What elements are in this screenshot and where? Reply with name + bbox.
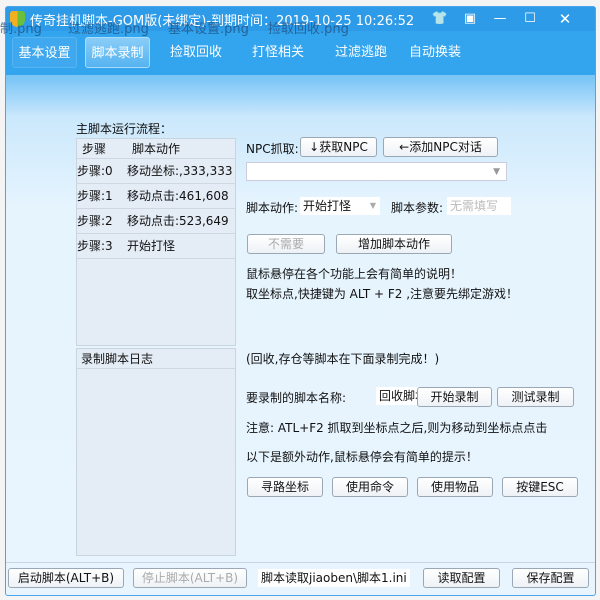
record-note: (回收,存仓等脚本在下面录制完成！) xyxy=(246,352,440,366)
hint-text: 取坐标点,快捷键为 ALT + F2 ,注意要先绑定游戏！ xyxy=(246,287,519,301)
step-cell: 步骤:3 xyxy=(77,239,113,253)
param-label: 脚本参数: xyxy=(391,201,444,215)
tab-script-record[interactable]: 脚本录制 xyxy=(85,37,150,68)
action-cell: 移动坐标:,333,333 xyxy=(127,164,233,178)
flow-list[interactable]: 步骤 脚本动作 步骤:0 移动坐标:,333,333 步骤:1 移动点击:461,60… xyxy=(76,138,236,346)
tab-pickup-recycle[interactable]: 捡取回收 xyxy=(156,37,236,68)
press-esc-button[interactable]: 按键ESC xyxy=(502,477,578,497)
record-name-label: 要录制的脚本名称: xyxy=(246,391,347,405)
table-row[interactable]: 步骤:0 移动坐标:,333,333 xyxy=(77,159,235,184)
table-row[interactable]: 步骤:1 移动点击:461,608 xyxy=(77,184,235,209)
add-script-action-button[interactable]: 增加脚本动作 xyxy=(336,234,452,254)
action-select-value: 开始打怪 xyxy=(303,199,352,213)
start-record-button[interactable]: 开始录制 xyxy=(417,387,492,407)
app-window: 传奇挂机脚本-GOM版(未绑定)-到期时间：2019-10-25 10:26:5… xyxy=(5,6,596,596)
chevron-down-icon: ▼ xyxy=(493,167,500,177)
test-record-button[interactable]: 测试录制 xyxy=(497,387,574,407)
desktop-file: 过滤逃跑.png xyxy=(68,22,149,37)
record-log-panel[interactable]: 录制脚本日志 xyxy=(76,348,236,556)
script-path: 脚本读取jiaoben\脚本1.ini xyxy=(258,569,410,587)
skin-icon[interactable]: ▣ xyxy=(456,7,484,31)
step-cell: 步骤:2 xyxy=(77,214,113,228)
param-input[interactable]: 无需填写 xyxy=(447,197,511,215)
tab-auto-equip[interactable]: 自动换装 xyxy=(395,37,475,68)
close-icon[interactable]: ✕ xyxy=(551,7,579,31)
use-item-button[interactable]: 使用物品 xyxy=(417,477,493,497)
header-step: 步骤 xyxy=(82,142,107,156)
action-cell: 移动点击:461,608 xyxy=(127,189,229,203)
chevron-down-icon: ▼ xyxy=(369,201,376,210)
step-cell: 步骤:1 xyxy=(77,189,113,203)
table-row[interactable]: 步骤:3 开始打怪 xyxy=(77,234,235,259)
not-needed-button[interactable]: 不需要 xyxy=(247,234,325,254)
log-header: 录制脚本日志 xyxy=(77,349,235,369)
add-npc-dialog-button[interactable]: ←添加NPC对话 xyxy=(383,137,498,157)
tab-filter-escape[interactable]: 过滤逃跑 xyxy=(321,37,401,68)
start-script-button[interactable]: 启动脚本(ALT+B) xyxy=(8,568,124,588)
action-label: 脚本动作: xyxy=(246,201,299,215)
action-cell: 移动点击:523,649 xyxy=(127,214,229,228)
footer-divider xyxy=(6,562,595,563)
get-npc-button[interactable]: ↓获取NPC xyxy=(300,137,377,157)
desktop-file: 基本设置.png xyxy=(168,22,249,37)
desktop-file: 制.png xyxy=(0,22,42,37)
save-config-button[interactable]: 保存配置 xyxy=(512,568,589,588)
minimize-icon[interactable]: — xyxy=(486,7,514,31)
tab-basic-settings[interactable]: 基本设置 xyxy=(12,37,77,68)
extra-hint: 以下是额外动作,鼠标悬停会有简单的提示！ xyxy=(246,450,478,464)
maximize-icon[interactable]: ☐ xyxy=(516,7,544,31)
stop-script-button[interactable]: 停止脚本(ALT+B) xyxy=(133,568,247,588)
pathfind-coord-button[interactable]: 寻路坐标 xyxy=(247,477,323,497)
hint-text: 鼠标悬停在各个功能上会有简单的说明！ xyxy=(246,267,463,281)
load-config-button[interactable]: 读取配置 xyxy=(423,568,500,588)
desktop-file: 捡取回收.png xyxy=(268,22,349,37)
flow-label: 主脚本运行流程： xyxy=(76,122,173,136)
action-select[interactable]: 开始打怪 ▼ xyxy=(300,197,380,215)
npc-label: NPC抓取: xyxy=(246,142,299,156)
shirt-icon[interactable]: 👕 xyxy=(426,7,454,31)
npc-dropdown[interactable]: ▼ xyxy=(246,162,507,181)
use-command-button[interactable]: 使用命令 xyxy=(332,477,408,497)
table-row[interactable]: 步骤:2 移动点击:523,649 xyxy=(77,209,235,234)
header-action: 脚本动作 xyxy=(132,142,181,156)
step-cell: 步骤:0 xyxy=(77,164,113,178)
tab-monster[interactable]: 打怪相关 xyxy=(238,37,318,68)
record-notice: 注意: ATL+F2 抓取到坐标点之后,则为移动到坐标点点击 xyxy=(246,421,548,435)
tab-bar: 基本设置 脚本录制 捡取回收 打怪相关 过滤逃跑 自动换装 xyxy=(6,31,595,75)
action-cell: 开始打怪 xyxy=(127,239,176,253)
